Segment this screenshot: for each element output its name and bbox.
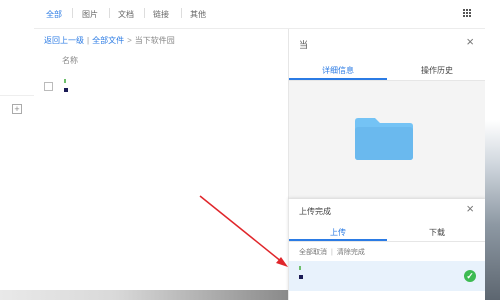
file-icon xyxy=(64,79,68,93)
active-tab-indicator xyxy=(289,239,387,241)
active-tab-indicator xyxy=(289,78,387,80)
tab-download[interactable]: 下载 xyxy=(388,227,486,238)
tab-separator xyxy=(72,8,73,18)
tab-separator xyxy=(181,8,182,18)
breadcrumb: 返回上一级 | 全部文件 > 当下软件园 xyxy=(44,36,175,45)
tab-separator xyxy=(109,8,110,18)
background-edge-bottom xyxy=(0,290,288,300)
file-list: 返回上一级 | 全部文件 > 当下软件园 名称 xyxy=(34,29,288,300)
file-icon xyxy=(299,266,303,280)
expand-icon[interactable]: + xyxy=(12,104,22,114)
folder-icon xyxy=(355,118,413,160)
filter-tab-images[interactable]: 图片 xyxy=(82,9,98,20)
upload-panel: 上传完成 × 上传 下载 全部取消 | 清除完成 ✓ xyxy=(288,199,486,300)
root-link[interactable]: 全部文件 xyxy=(92,36,124,45)
filter-tab-links[interactable]: 链接 xyxy=(153,9,169,20)
tab-upload[interactable]: 上传 xyxy=(289,227,387,238)
close-icon[interactable]: × xyxy=(466,35,474,48)
upload-title: 上传完成 xyxy=(299,207,331,216)
detail-title: 当 xyxy=(299,40,309,50)
grid-icon[interactable] xyxy=(463,9,472,18)
left-sidebar: + xyxy=(0,0,35,300)
back-link[interactable]: 返回上一级 xyxy=(44,36,84,45)
upload-actions: 全部取消 | 清除完成 xyxy=(299,247,365,257)
tab-separator xyxy=(144,8,145,18)
background-edge xyxy=(485,0,500,300)
filter-toolbar: 全部 图片 文档 链接 其他 xyxy=(34,0,500,29)
list-item[interactable] xyxy=(34,75,288,101)
detail-tabs: 详细信息 操作历史 xyxy=(289,60,486,81)
action-separator: | xyxy=(331,249,333,256)
clear-done-button[interactable]: 清除完成 xyxy=(337,249,365,256)
column-header-name[interactable]: 名称 xyxy=(62,55,78,66)
cancel-all-button[interactable]: 全部取消 xyxy=(299,249,327,256)
preview-area xyxy=(289,81,486,199)
detail-panel: 当 × 详细信息 操作历史 xyxy=(288,29,486,199)
check-icon: ✓ xyxy=(464,270,476,282)
row-checkbox[interactable] xyxy=(44,82,53,91)
filter-tab-all[interactable]: 全部 xyxy=(46,9,62,20)
current-folder: 当下软件园 xyxy=(134,36,175,45)
tab-details[interactable]: 详细信息 xyxy=(289,65,387,76)
tab-history[interactable]: 操作历史 xyxy=(388,65,486,76)
filter-tab-other[interactable]: 其他 xyxy=(190,9,206,20)
filter-tab-docs[interactable]: 文档 xyxy=(118,9,134,20)
close-icon[interactable]: × xyxy=(466,202,474,215)
upload-tabs: 上传 下载 xyxy=(289,223,486,242)
sidebar-divider xyxy=(0,95,34,96)
upload-item[interactable]: ✓ xyxy=(289,261,486,291)
breadcrumb-separator: > xyxy=(127,36,132,45)
